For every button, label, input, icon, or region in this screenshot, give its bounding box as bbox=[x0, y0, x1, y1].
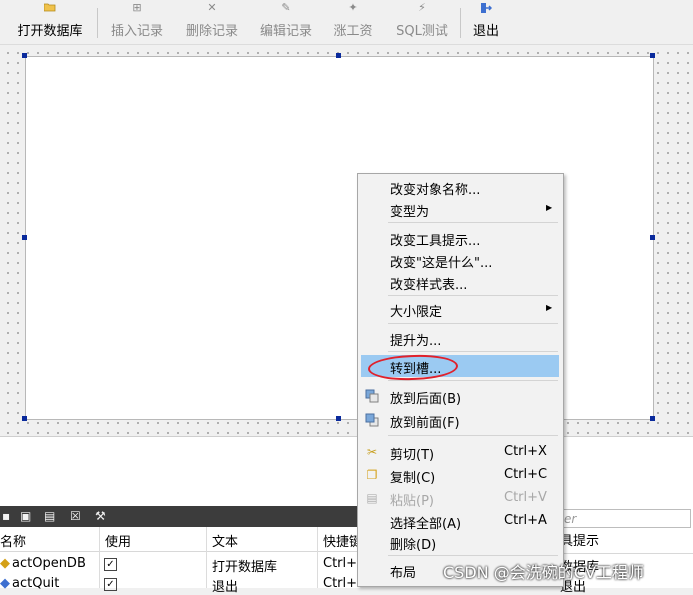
column-divider bbox=[206, 527, 207, 588]
toolbar-separator bbox=[97, 8, 98, 38]
submenu-arrow-icon: ▶ bbox=[546, 303, 553, 312]
menu-item-cut[interactable]: ✂ 剪切(T) Ctrl+X bbox=[361, 441, 559, 463]
toolbar-raise-salary-button[interactable]: ✦ 涨工资 bbox=[325, 0, 381, 44]
folder-open-icon bbox=[10, 2, 90, 14]
action-text: 退出 bbox=[212, 580, 239, 595]
bring-to-front-icon bbox=[365, 413, 379, 427]
column-header-text[interactable]: 文本 bbox=[212, 531, 238, 550]
sql-icon: ⚡ bbox=[418, 1, 426, 14]
copy-action-icon[interactable]: ▣ bbox=[20, 509, 31, 523]
action-editor-toolbar: ▪ ▣ ▤ ☒ ⚒ bbox=[0, 506, 360, 527]
resize-handle[interactable] bbox=[22, 235, 27, 240]
resize-handle[interactable] bbox=[22, 53, 27, 58]
lower-blank-area bbox=[0, 436, 693, 507]
toolbar-exit-button[interactable]: 退出 bbox=[466, 0, 506, 44]
submenu-arrow-icon: ▶ bbox=[546, 203, 553, 212]
delete-action-icon[interactable]: ☒ bbox=[70, 509, 81, 523]
menu-separator bbox=[388, 222, 558, 223]
menu-separator bbox=[388, 323, 558, 324]
column-header-used[interactable]: 使用 bbox=[105, 531, 131, 550]
edit-icon: ✎ bbox=[281, 1, 291, 14]
scissors-icon: ✂ bbox=[366, 445, 378, 459]
new-action-icon[interactable]: ▪ bbox=[2, 509, 10, 523]
paste-action-icon[interactable]: ▤ bbox=[44, 509, 55, 523]
action-icon: ◆ bbox=[0, 576, 10, 591]
toolbar-insert-record-button[interactable]: ⊞ 插入记录 bbox=[104, 0, 170, 44]
insert-record-icon: ⊞ bbox=[132, 1, 142, 14]
menu-item-size-constraints[interactable]: 大小限定 ▶ bbox=[361, 298, 559, 320]
resize-handle[interactable] bbox=[336, 416, 341, 421]
toolbar-separator bbox=[460, 8, 461, 38]
action-shortcut: Ctrl+ bbox=[323, 556, 358, 571]
menu-item-select-all[interactable]: 选择全部(A) Ctrl+A bbox=[361, 510, 559, 532]
resize-handle[interactable] bbox=[650, 416, 655, 421]
send-to-back-icon bbox=[365, 389, 379, 403]
resize-handle[interactable] bbox=[650, 235, 655, 240]
action-name: actQuit bbox=[12, 576, 60, 591]
action-text: 打开数据库 bbox=[212, 560, 278, 575]
context-menu: 改变对象名称... 变型为 ▶ 改变工具提示... 改变"这是什么"... 改变样… bbox=[357, 173, 564, 587]
menu-separator bbox=[388, 351, 558, 352]
used-checkbox[interactable]: ✓ bbox=[104, 556, 117, 571]
menu-item-morph-into[interactable]: 变型为 ▶ bbox=[361, 198, 559, 220]
column-divider bbox=[99, 527, 100, 588]
up-arrow-icon: ✦ bbox=[348, 1, 358, 14]
toolbar-edit-record-button[interactable]: ✎ 编辑记录 bbox=[253, 0, 319, 44]
used-checkbox[interactable]: ✓ bbox=[104, 576, 117, 591]
copy-icon: ❐ bbox=[366, 468, 378, 482]
resize-handle[interactable] bbox=[22, 416, 27, 421]
action-name: actOpenDB bbox=[12, 556, 86, 571]
menu-item-change-tooltip[interactable]: 改变工具提示... bbox=[361, 227, 559, 249]
resize-handle[interactable] bbox=[336, 53, 341, 58]
form-design-area[interactable] bbox=[0, 45, 693, 435]
menu-separator bbox=[388, 435, 558, 436]
menu-separator bbox=[388, 295, 558, 296]
menu-item-copy[interactable]: ❐ 复制(C) Ctrl+C bbox=[361, 464, 559, 486]
paste-icon: ▤ bbox=[366, 491, 378, 505]
menu-separator bbox=[388, 380, 558, 381]
column-divider bbox=[317, 527, 318, 588]
menu-item-change-object-name[interactable]: 改变对象名称... bbox=[361, 176, 559, 198]
right-panel-header: 具提示 bbox=[560, 531, 693, 554]
checkmark-icon: ✓ bbox=[104, 578, 117, 591]
menu-item-change-whats-this[interactable]: 改变"这是什么"... bbox=[361, 249, 559, 271]
column-header-name[interactable]: 名称 bbox=[0, 531, 26, 550]
toolbar-open-db-button[interactable]: 打开数据库 bbox=[10, 0, 90, 44]
delete-icon: ✕ bbox=[207, 1, 217, 14]
checkmark-icon: ✓ bbox=[104, 558, 117, 571]
wrench-icon[interactable]: ⚒ bbox=[95, 509, 106, 523]
watermark: CSDN @会洗碗的CV工程师 bbox=[443, 563, 644, 582]
action-shortcut: Ctrl+ bbox=[323, 576, 358, 591]
resize-handle[interactable] bbox=[650, 53, 655, 58]
main-toolbar: 打开数据库 ⊞ 插入记录 ✕ 删除记录 ✎ 编辑记录 ✦ 涨工资 ⚡ SQL测试… bbox=[0, 0, 693, 45]
menu-item-change-stylesheet[interactable]: 改变样式表... bbox=[361, 271, 559, 293]
menu-item-promote-to[interactable]: 提升为... bbox=[361, 327, 559, 349]
menu-separator bbox=[388, 555, 558, 556]
menu-item-send-to-back[interactable]: 放到后面(B) bbox=[361, 385, 559, 407]
action-editor-table: 名称 使用 文本 快捷键 ◆ actOpenDB ✓ 打开数据库 Ctrl+ ◆… bbox=[0, 527, 362, 595]
toolbar-sql-test-button[interactable]: ⚡ SQL测试 bbox=[390, 0, 454, 44]
menu-item-delete[interactable]: 删除(D) bbox=[361, 531, 559, 553]
toolbar-delete-record-button[interactable]: ✕ 删除记录 bbox=[179, 0, 245, 44]
menu-item-bring-to-front[interactable]: 放到前面(F) bbox=[361, 409, 559, 431]
table-header: 名称 使用 文本 快捷键 bbox=[0, 527, 362, 552]
action-icon: ◆ bbox=[0, 556, 10, 571]
exit-icon bbox=[466, 2, 506, 14]
menu-item-paste[interactable]: ▤ 粘贴(P) Ctrl+V bbox=[361, 487, 559, 509]
filter-input[interactable]: er bbox=[560, 509, 691, 528]
